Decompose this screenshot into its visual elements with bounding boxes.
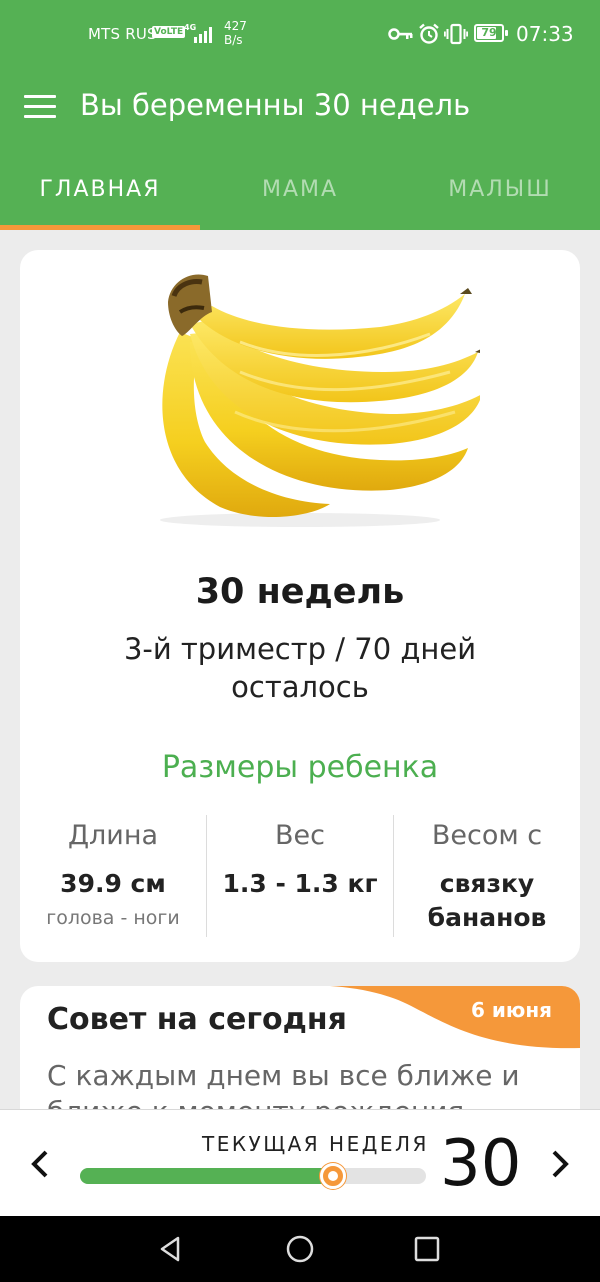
stat-weight: Вес 1.3 - 1.3 кг	[207, 815, 393, 937]
week-progress-fill	[80, 1168, 333, 1184]
stat-label: Длина	[67, 820, 159, 851]
baby-sizes-title: Размеры ребенка	[161, 750, 439, 785]
tip-title: Совет на сегодня	[47, 1002, 347, 1037]
carrier-name: MTS RUS	[88, 25, 157, 43]
battery-icon: 79	[474, 24, 504, 42]
signal-icon	[194, 27, 212, 43]
tab-home[interactable]: ГЛАВНАЯ	[0, 150, 200, 230]
stat-compare: Весом с связку бананов	[394, 815, 580, 937]
banana-bunch-image	[160, 274, 480, 527]
stat-value: 39.9 см	[60, 869, 166, 898]
speed-unit: B/s	[224, 33, 243, 47]
current-week-label: ТЕКУЩАЯ НЕДЕЛЯ	[202, 1132, 429, 1156]
slider-handle[interactable]	[319, 1163, 346, 1189]
tab-mom[interactable]: МАМА	[200, 150, 400, 230]
system-nav-bar	[0, 1216, 600, 1282]
trimester-text: 3-й триместр / 70 дней осталось	[123, 632, 477, 704]
stat-note: голова - ноги	[46, 907, 180, 929]
week-selector: ТЕКУЩАЯ НЕДЕЛЯ 30	[0, 1109, 600, 1216]
app-bar: Вы беременны 30 недель	[0, 70, 600, 150]
alarm-icon	[419, 23, 439, 44]
tab-bar: ГЛАВНАЯ МАМА МАЛЫШ	[0, 150, 600, 230]
tab-baby[interactable]: МАЛЫШ	[400, 150, 600, 230]
tip-date: 6 июня	[471, 998, 552, 1022]
week-info-card: 30 недель 3-й триместр / 70 дней осталос…	[20, 250, 580, 962]
speed-value: 427	[224, 19, 247, 33]
clock: 07:33	[516, 22, 574, 46]
chevron-right-icon[interactable]	[542, 1144, 578, 1184]
week-progress-slider[interactable]	[80, 1163, 426, 1189]
current-week-number: 30	[440, 1127, 522, 1201]
network-speed: 427 B/s	[224, 19, 247, 47]
stat-value: связку бананов	[427, 869, 547, 932]
week-title: 30 недель	[195, 572, 405, 612]
active-tab-indicator	[0, 225, 200, 230]
baby-stats: Длина 39.9 см голова - ноги Вес 1.3 - 1.…	[20, 815, 580, 937]
menu-icon[interactable]	[24, 95, 56, 119]
chevron-left-icon[interactable]	[22, 1144, 58, 1184]
vibrate-icon	[444, 23, 468, 45]
stat-length: Длина 39.9 см голова - ноги	[20, 815, 206, 937]
page-title: Вы беременны 30 недель	[80, 88, 471, 122]
battery-level: 79	[481, 26, 497, 39]
home-icon[interactable]	[285, 1234, 315, 1264]
back-icon[interactable]	[156, 1234, 186, 1264]
status-bar: MTS RUS VoLTE 4G 427 B/s 79 07:33	[0, 0, 600, 70]
stat-label: Весом с	[431, 820, 543, 851]
recents-icon[interactable]	[412, 1234, 442, 1264]
key-icon	[388, 28, 413, 40]
stat-value: 1.3 - 1.3 кг	[222, 869, 378, 898]
volte-badge: VoLTE	[152, 26, 186, 38]
stat-label: Вес	[275, 820, 325, 851]
